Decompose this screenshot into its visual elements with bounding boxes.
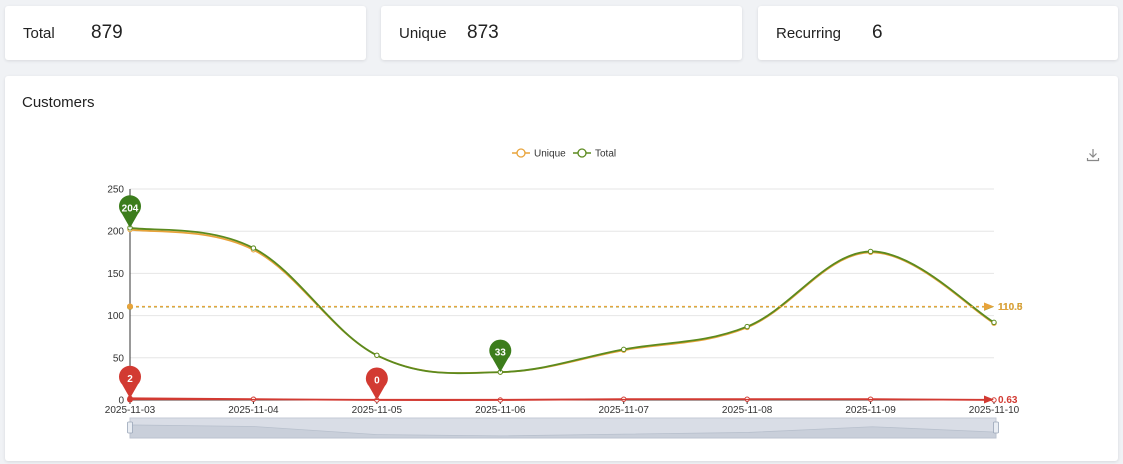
x-tick-label: 2025-11-03 bbox=[105, 405, 156, 416]
data-point-total bbox=[621, 346, 627, 353]
data-point-total bbox=[744, 323, 750, 330]
y-tick-label: 150 bbox=[107, 269, 124, 280]
data-point-total bbox=[374, 352, 380, 358]
datazoom-handle-right[interactable] bbox=[993, 421, 999, 434]
markline-arrow-unique bbox=[984, 302, 994, 311]
x-tick-label: 2025-11-10 bbox=[969, 405, 1020, 416]
x-tick-label: 2025-11-06 bbox=[475, 405, 526, 416]
markline-start-unique bbox=[127, 303, 133, 310]
legend-marker-unique bbox=[516, 148, 526, 158]
markpoint-label-recurring: 2 bbox=[127, 374, 133, 385]
y-tick-label: 100 bbox=[107, 311, 124, 322]
datazoom-handle-left[interactable] bbox=[127, 421, 133, 434]
markpoint-label-total: 33 bbox=[495, 348, 507, 359]
customers-chart: 0 50 100 150 200 250 2025-11-03 2025-11-04 2025-… bbox=[105, 148, 1023, 439]
x-tick-label: 2025-11-08 bbox=[722, 405, 773, 416]
data-point-total bbox=[991, 319, 997, 326]
markline-label-unique: 110.8 bbox=[998, 302, 1023, 313]
x-tick-label: 2025-11-04 bbox=[228, 405, 279, 416]
legend-label-unique: Unique bbox=[534, 149, 566, 160]
y-tick-label: 250 bbox=[107, 185, 124, 196]
x-tick-label: 2025-11-05 bbox=[352, 405, 403, 416]
data-point-total bbox=[867, 248, 874, 255]
legend-label-total: Total bbox=[595, 149, 616, 160]
y-tick-label: 200 bbox=[107, 227, 124, 238]
y-tick-label: 50 bbox=[113, 353, 125, 364]
data-point-total bbox=[250, 245, 257, 251]
markpoint-label-total: 204 bbox=[122, 203, 139, 214]
markline-label-recurring: 0.63 bbox=[998, 395, 1018, 406]
markpoint-label-recurring: 0 bbox=[374, 376, 380, 387]
x-tick-label: 2025-11-07 bbox=[599, 405, 650, 416]
series-line-total bbox=[129, 226, 995, 375]
x-tick-label: 2025-11-09 bbox=[845, 405, 896, 416]
legend-marker-total bbox=[577, 148, 587, 158]
markline-arrow-recurring bbox=[984, 395, 994, 404]
